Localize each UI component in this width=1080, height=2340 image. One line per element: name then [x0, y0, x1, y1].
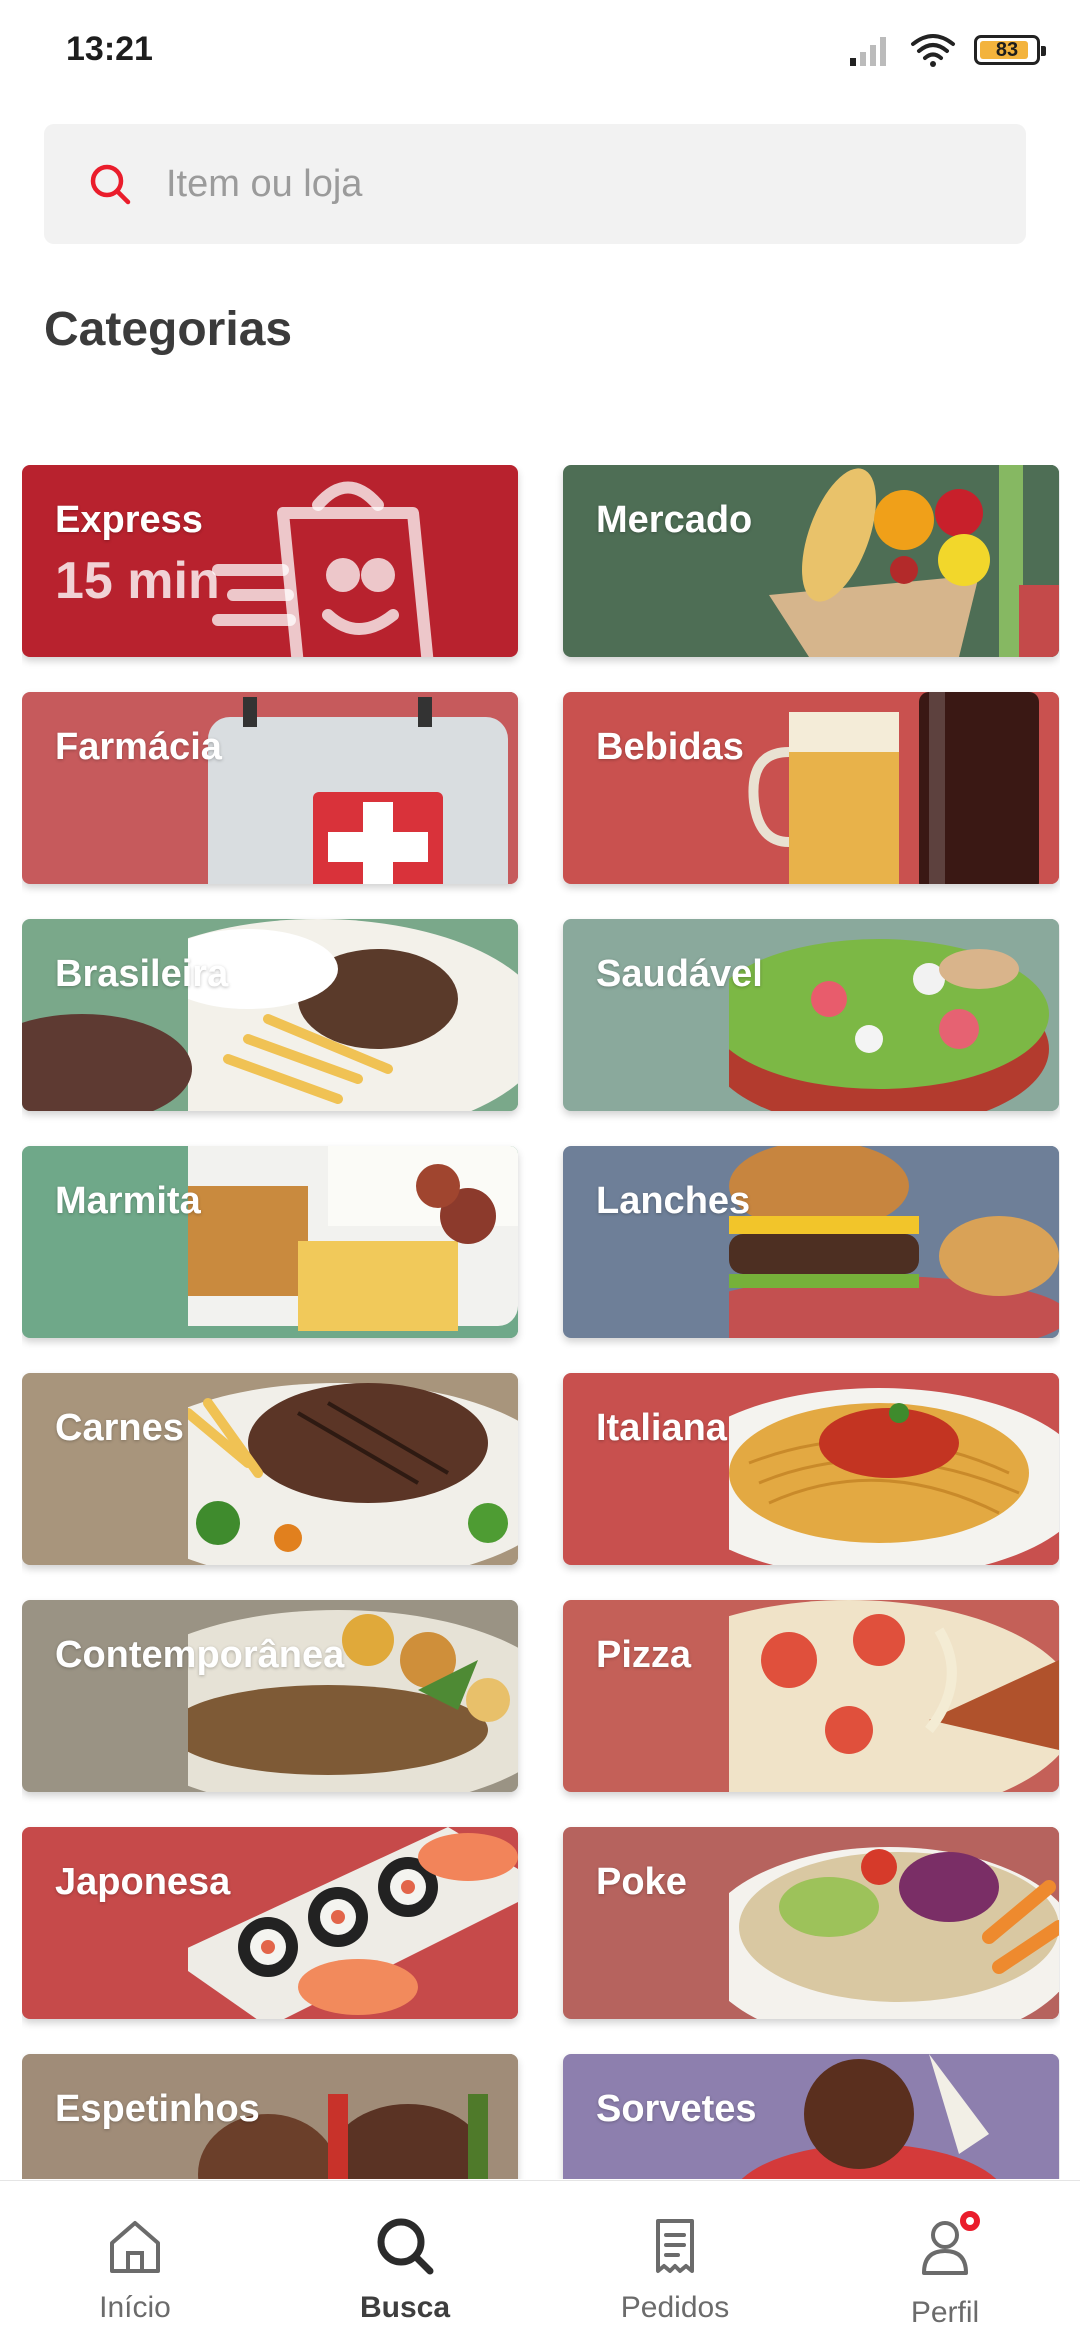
battery-icon: 83 — [974, 35, 1046, 65]
category-label: Express — [55, 499, 203, 541]
drinks-image — [729, 692, 1059, 884]
nav-item-inicio[interactable]: Início — [0, 2181, 270, 2340]
category-card-sorvetes[interactable]: Sorvetes — [563, 2054, 1059, 2179]
category-label: Lanches — [596, 1180, 751, 1222]
category-card-marmita[interactable]: Marmita — [22, 1146, 518, 1338]
search-icon — [90, 164, 131, 205]
ice-cream-image — [729, 2054, 1059, 2179]
steak-image — [22, 1014, 192, 1111]
first-aid-kit-image — [188, 692, 518, 884]
category-label: Japonesa — [55, 1861, 231, 1903]
grocery-bag-image — [729, 465, 1059, 657]
status-time: 13:21 — [66, 30, 153, 68]
category-card-lanches[interactable]: Lanches — [563, 1146, 1059, 1338]
nav-label: Pedidos — [620, 2291, 730, 2324]
category-card-espetinhos[interactable]: Espetinhos — [22, 2054, 518, 2179]
category-card-italiana[interactable]: Italiana — [563, 1373, 1059, 1565]
sushi-image — [188, 1827, 518, 2019]
category-card-pizza[interactable]: Pizza — [563, 1600, 1059, 1792]
category-card-bebidas[interactable]: Bebidas — [563, 692, 1059, 884]
pizza-image — [729, 1600, 1059, 1792]
salad-image — [729, 919, 1059, 1111]
category-card-carnes[interactable]: Carnes — [22, 1373, 518, 1565]
category-label: Contemporânea — [55, 1634, 345, 1676]
signal-icon — [850, 37, 886, 66]
category-label: Sorvetes — [596, 2088, 757, 2130]
steak-dish-image — [188, 1373, 518, 1565]
wifi-icon — [911, 34, 955, 67]
category-card-poke[interactable]: Poke — [563, 1827, 1059, 2019]
category-sublabel: 15 min — [55, 552, 220, 610]
nav-label: Perfil — [910, 2296, 980, 2329]
lunch-box-image — [188, 1146, 518, 1338]
category-label: Brasileira — [55, 953, 229, 995]
category-label: Saudável — [596, 953, 763, 995]
category-label: Bebidas — [596, 726, 744, 768]
category-label: Carnes — [55, 1407, 184, 1449]
search-input[interactable] — [166, 162, 926, 206]
receipt-icon — [656, 2219, 694, 2273]
category-card-express[interactable]: Express 15 min — [22, 465, 518, 657]
nav-label: Busca — [359, 2291, 451, 2324]
category-label: Espetinhos — [55, 2088, 260, 2130]
category-label: Pizza — [596, 1634, 692, 1676]
burger-image — [729, 1146, 1059, 1338]
status-icons: 83 — [848, 28, 1046, 72]
nav-item-busca[interactable]: Busca — [270, 2181, 540, 2340]
category-label: Farmácia — [55, 726, 222, 768]
category-card-japonesa[interactable]: Japonesa — [22, 1827, 518, 2019]
nav-item-perfil[interactable]: Perfil — [810, 2181, 1080, 2340]
category-card-brasileira[interactable]: Brasileira — [22, 919, 518, 1111]
brazilian-dish-image — [188, 919, 518, 1111]
category-card-contemporanea[interactable]: Contemporânea — [22, 1600, 518, 1792]
shopping-bag-icon — [212, 481, 434, 657]
bottom-navigation: Início Busca Pedidos Perfil — [0, 2180, 1080, 2340]
category-label: Marmita — [55, 1180, 201, 1222]
nav-label: Início — [99, 2291, 171, 2324]
section-title: Categorias — [44, 303, 293, 356]
category-grid: Express 15 min Mercado Farmácia Bebidas … — [22, 465, 1060, 2179]
search-icon — [377, 2218, 434, 2275]
profile-icon-wrapper — [914, 2207, 984, 2282]
battery-level: 83 — [995, 38, 1019, 61]
category-label: Italiana — [596, 1407, 727, 1449]
nav-item-pedidos[interactable]: Pedidos — [540, 2181, 810, 2340]
spaghetti-image — [729, 1373, 1059, 1565]
poke-bowl-image — [729, 1827, 1059, 2019]
category-label: Poke — [596, 1861, 687, 1903]
category-card-saudavel[interactable]: Saudável — [563, 919, 1059, 1111]
status-bar: 13:21 83 — [0, 0, 1080, 100]
category-card-mercado[interactable]: Mercado — [563, 465, 1059, 657]
category-card-farmacia[interactable]: Farmácia — [22, 692, 518, 884]
notification-badge — [956, 2207, 984, 2235]
category-label: Mercado — [596, 499, 753, 541]
fish-dish-image — [188, 1600, 518, 1792]
search-bar[interactable] — [44, 124, 1026, 244]
home-icon — [110, 2221, 160, 2273]
